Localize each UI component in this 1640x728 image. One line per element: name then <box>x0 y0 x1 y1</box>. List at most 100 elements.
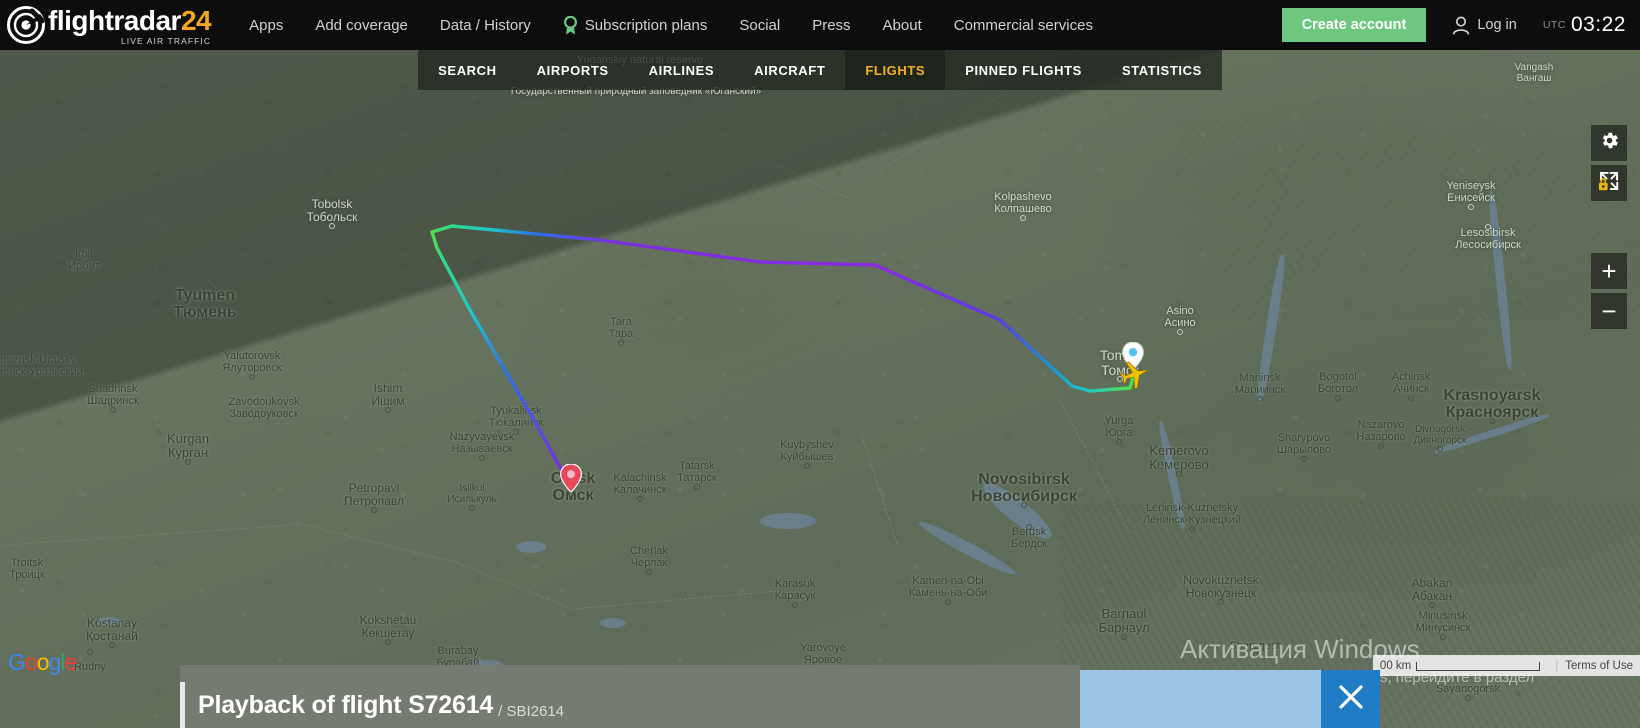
city-dot <box>1468 204 1474 210</box>
map-settings-group <box>1591 125 1627 201</box>
nav-add-coverage-label: Add coverage <box>315 16 408 34</box>
city-dot <box>1253 652 1259 658</box>
subnav-airlines[interactable]: AIRLINES <box>629 50 734 90</box>
header-right-group: Create account Log in UTC 03:22 <box>1281 8 1640 42</box>
google-logo: Google <box>8 649 77 675</box>
utc-clock: 03:22 <box>1570 13 1626 36</box>
city-dot <box>1020 215 1026 221</box>
city-dot <box>1301 456 1307 462</box>
city-dot <box>1489 418 1495 424</box>
subnav-aircraft[interactable]: AIRCRAFT <box>734 50 845 90</box>
playback-callsign: / SBI2614 <box>498 703 565 720</box>
map-fullscreen-button[interactable] <box>1591 165 1627 201</box>
city-dot <box>1437 446 1443 452</box>
city-dot <box>1440 634 1446 640</box>
close-button[interactable] <box>1321 670 1380 728</box>
login-label: Log in <box>1477 17 1517 33</box>
nav-data-history[interactable]: Data / History <box>424 0 547 50</box>
city-dot <box>1335 395 1341 401</box>
login-button[interactable]: Log in <box>1452 16 1517 35</box>
nav-subscription-plans[interactable]: Subscription plans <box>547 0 724 50</box>
city-dot <box>87 649 93 655</box>
logo-main-text: flightradar <box>48 4 181 36</box>
subnav-search[interactable]: SEARCH <box>418 50 517 90</box>
playback-accent-bar <box>180 682 185 728</box>
city-dot <box>1378 443 1384 449</box>
city-dot <box>469 505 475 511</box>
subnav-airlines-label: AIRLINES <box>648 62 715 78</box>
city-dot <box>1116 439 1122 445</box>
logo-number: 24 <box>180 4 212 36</box>
origin-pin[interactable] <box>559 463 583 497</box>
gear-icon <box>1599 130 1620 156</box>
subnav-airports-label: AIRPORTS <box>536 62 609 78</box>
city-dot <box>792 602 798 608</box>
nav-press[interactable]: Press <box>796 0 866 50</box>
zoom-out-button[interactable]: − <box>1591 293 1627 329</box>
main-header: flightradar24 LIVE AIR TRAFFIC Apps Add … <box>0 0 1640 50</box>
city-dot <box>1257 396 1263 402</box>
attribution-separator: | <box>1555 659 1559 672</box>
nav-about[interactable]: About <box>867 0 938 50</box>
nav-apps[interactable]: Apps <box>233 0 299 50</box>
city-dot <box>109 642 115 648</box>
nav-about-label: About <box>882 16 922 34</box>
city-dot <box>1408 395 1414 401</box>
nav-add-coverage[interactable]: Add coverage <box>299 0 424 50</box>
subnav-pinned-flights-label: PINNED FLIGHTS <box>965 62 1082 78</box>
zoom-in-button[interactable]: + <box>1591 253 1627 289</box>
nav-commercial-services-label: Commercial services <box>953 16 1093 34</box>
city-dot <box>694 484 700 490</box>
scale-label: 00 km <box>1379 659 1412 672</box>
subnav-statistics[interactable]: STATISTICS <box>1102 50 1222 90</box>
city-dot <box>513 429 519 435</box>
city-dot <box>1218 599 1224 605</box>
create-account-button[interactable]: Create account <box>1281 8 1427 42</box>
subnav-statistics-label: STATISTICS <box>1121 62 1202 78</box>
playback-title: Playback of flight S72614 <box>198 691 494 719</box>
nav-social[interactable]: Social <box>723 0 796 50</box>
city-dot <box>81 272 87 278</box>
nav-apps-label: Apps <box>249 16 284 34</box>
logo[interactable]: flightradar24 LIVE AIR TRAFFIC <box>6 4 212 45</box>
fullscreen-lock-icon <box>1598 170 1620 197</box>
city-dot <box>646 569 652 575</box>
terms-of-use-link[interactable]: Terms of Use <box>1565 660 1633 672</box>
city-dot <box>1485 224 1491 230</box>
city-dot <box>1021 502 1027 508</box>
map-attribution-bar: 00 km | Terms of Use <box>1372 655 1640 676</box>
subnav-flights[interactable]: FLIGHTS <box>845 50 946 90</box>
water-lake-chany <box>760 513 816 529</box>
city-dot <box>249 374 255 380</box>
nav-commercial-services[interactable]: Commercial services <box>938 0 1109 50</box>
ribbon-award-icon <box>563 15 578 35</box>
city-dot <box>1465 695 1471 701</box>
nav-press-label: Press <box>812 16 851 34</box>
water-lake-small-1 <box>516 541 546 553</box>
city-dot <box>1177 329 1183 335</box>
scale-bar <box>1416 662 1541 671</box>
city-dot <box>385 407 391 413</box>
map-canvas[interactable]: Tyumen Тюмень Tobolsk Тобольск Irbit Ирбит Yal… <box>0 0 1640 728</box>
water-lake-small-2 <box>600 618 626 628</box>
user-icon <box>1452 16 1470 35</box>
city-dot <box>385 639 391 645</box>
subnav-airports[interactable]: AIRPORTS <box>517 50 629 90</box>
city-dot <box>1189 526 1195 532</box>
city-dot <box>945 599 951 605</box>
map-mountains-north <box>1180 120 1640 320</box>
city-dot <box>1429 602 1435 608</box>
subnav-pinned-flights[interactable]: PINNED FLIGHTS <box>945 50 1102 90</box>
subnav-search-label: SEARCH <box>438 62 497 78</box>
city-dot <box>804 463 810 469</box>
city-dot <box>618 340 624 346</box>
nav-subscription-plans-label: Subscription plans <box>584 16 708 34</box>
secondary-nav: SEARCH AIRPORTS AIRLINES AIRCRAFT FLIGHT… <box>0 50 1640 90</box>
city-dot <box>185 459 191 465</box>
radar-logo-icon <box>6 5 46 45</box>
utc-label: UTC <box>1542 19 1566 31</box>
subnav-flights-label: FLIGHTS <box>865 62 926 78</box>
map-settings-button[interactable] <box>1591 125 1627 161</box>
flightradar24-app: Tyumen Тюмень Tobolsk Тобольск Irbit Ирбит Yal… <box>0 0 1640 728</box>
secondary-nav-inner: SEARCH AIRPORTS AIRLINES AIRCRAFT FLIGHT… <box>418 50 1222 90</box>
